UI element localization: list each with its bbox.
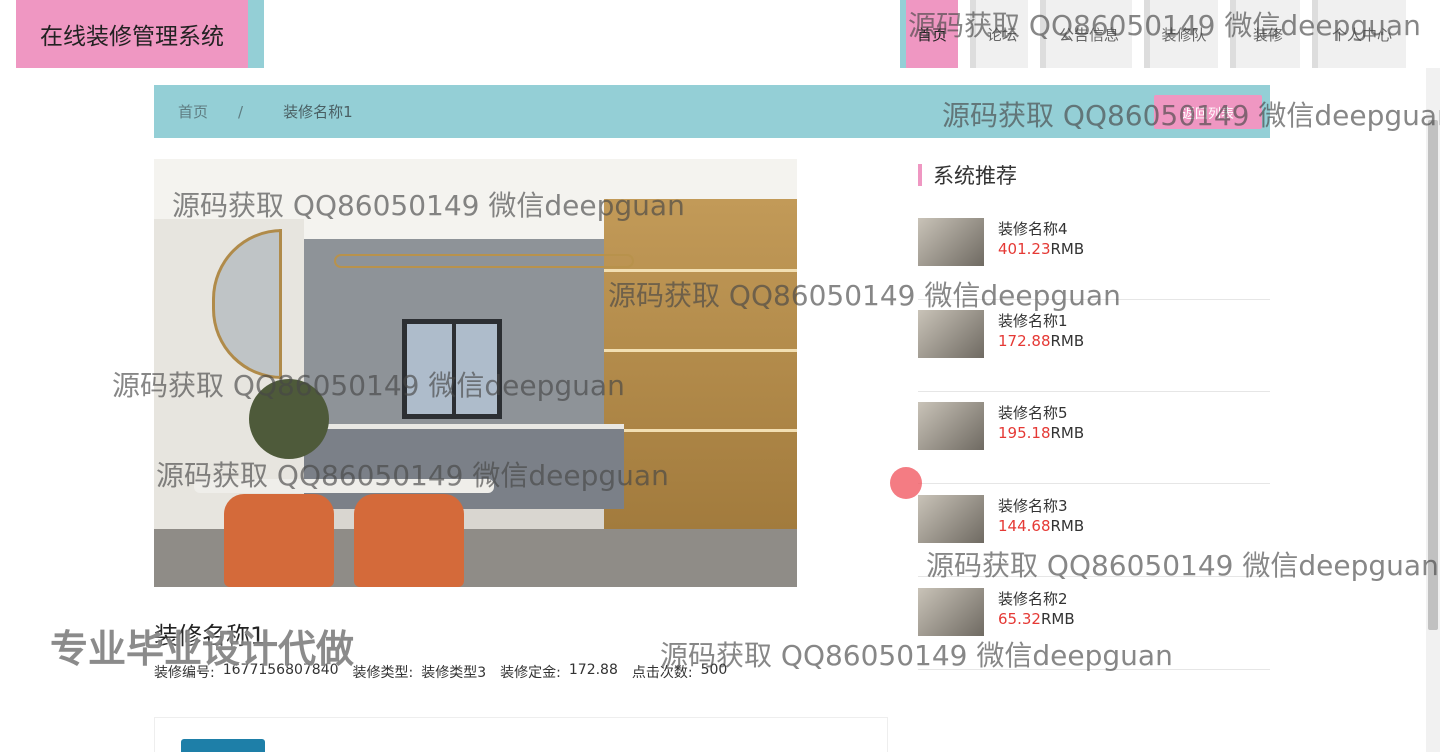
meta-label-clicks: 点击次数: (631, 665, 693, 681)
recommend-item-price: 144.68RMB (998, 517, 1084, 535)
nav-profile[interactable]: 个人中心 (1312, 0, 1406, 68)
price-currency: RMB (1050, 424, 1085, 442)
recommend-item-price: 401.23RMB (998, 240, 1084, 258)
recommend-thumbnail[interactable] (918, 495, 984, 543)
recommend-item-name[interactable]: 装修名称1 (998, 310, 1068, 331)
meta-value-clicks: 500 (700, 662, 728, 678)
price-currency: RMB (1040, 610, 1075, 628)
recommend-item-name[interactable]: 装修名称4 (998, 218, 1068, 239)
logo-background: 在线装修管理系统 (16, 0, 264, 68)
price-value: 172.88 (998, 332, 1051, 350)
breadcrumb-separator: / (238, 102, 244, 121)
recommend-title: 系统推荐 (933, 164, 1017, 188)
decoration-main-image (154, 159, 797, 587)
top-nav: 首页 论坛 公告信息 装修队 装修 个人中心 (900, 0, 1418, 68)
nav-decoration[interactable]: 装修 (1230, 0, 1300, 68)
image-counter (304, 429, 624, 509)
page: 在线装修管理系统 首页 论坛 公告信息 装修队 装修 个人中心 首页 / 装修名… (0, 0, 1440, 752)
page-scrollbar-thumb[interactable] (1428, 120, 1438, 630)
recommend-item-name[interactable]: 装修名称5 (998, 402, 1068, 423)
nav-home[interactable]: 首页 (900, 0, 958, 68)
recommend-thumbnail[interactable] (918, 310, 984, 358)
image-lamp (334, 254, 634, 268)
recommend-item-name[interactable]: 装修名称3 (998, 495, 1068, 516)
recommend-item-price: 65.32RMB (998, 610, 1075, 628)
price-currency: RMB (1050, 240, 1085, 258)
image-shelf-line (604, 429, 797, 432)
price-value: 195.18 (998, 424, 1051, 442)
cursor-highlight (890, 467, 922, 499)
image-shelf (604, 199, 797, 539)
meta-label-deposit: 装修定金: (500, 665, 561, 681)
image-table (194, 479, 494, 493)
image-shelf-line (604, 349, 797, 352)
meta-value-number: 1677156807840 (222, 662, 339, 678)
recommend-header: 系统推荐 (918, 160, 1017, 190)
meta-label-type: 装修类型: (352, 665, 414, 681)
price-currency: RMB (1050, 517, 1085, 535)
recommend-thumbnail[interactable] (918, 588, 984, 636)
back-to-list-button[interactable]: 返回列表 (1154, 95, 1262, 129)
recommend-item[interactable]: 装修名称5 195.18RMB (918, 392, 1270, 484)
breadcrumb: 首页 / 装修名称1 返回列表 (154, 85, 1270, 138)
meta-value-deposit: 172.88 (568, 662, 618, 678)
nav-teams[interactable]: 装修队 (1144, 0, 1218, 68)
price-value: 401.23 (998, 240, 1051, 258)
nav-forum[interactable]: 论坛 (970, 0, 1028, 68)
decoration-meta: 装修编号: 1677156807840 装修类型: 装修类型3 装修定金: 17… (154, 662, 741, 682)
recommend-item[interactable]: 装修名称2 65.32RMB (918, 578, 1270, 670)
price-currency: RMB (1050, 332, 1085, 350)
meta-label-number: 装修编号: (154, 665, 215, 681)
site-logo[interactable]: 在线装修管理系统 (16, 0, 248, 68)
recommend-item[interactable]: 装修名称4 401.23RMB (918, 208, 1270, 300)
image-chair (224, 494, 334, 587)
tab-detail[interactable]: 详情 (181, 739, 265, 752)
image-plant (249, 379, 329, 459)
detail-tab-panel: 详情 (154, 717, 888, 752)
recommend-item-name[interactable]: 装修名称2 (998, 588, 1068, 609)
meta-value-type: 装修类型3 (421, 665, 487, 681)
recommend-thumbnail[interactable] (918, 402, 984, 450)
recommend-accent-bar (918, 164, 922, 186)
image-chair (354, 494, 464, 587)
price-value: 144.68 (998, 517, 1051, 535)
image-shelf-line (604, 269, 797, 272)
recommend-item[interactable]: 装修名称3 144.68RMB (918, 485, 1270, 577)
recommend-item-price: 195.18RMB (998, 424, 1084, 442)
breadcrumb-home-link[interactable]: 首页 (178, 101, 208, 122)
recommend-thumbnail[interactable] (918, 218, 984, 266)
nav-announcements[interactable]: 公告信息 (1040, 0, 1132, 68)
decoration-title: 装修名称1 (154, 622, 266, 650)
recommend-item-price: 172.88RMB (998, 332, 1084, 350)
recommend-item[interactable]: 装修名称1 172.88RMB (918, 300, 1270, 392)
image-window (402, 319, 502, 419)
price-value: 65.32 (998, 610, 1041, 628)
breadcrumb-current: 装修名称1 (283, 103, 353, 121)
